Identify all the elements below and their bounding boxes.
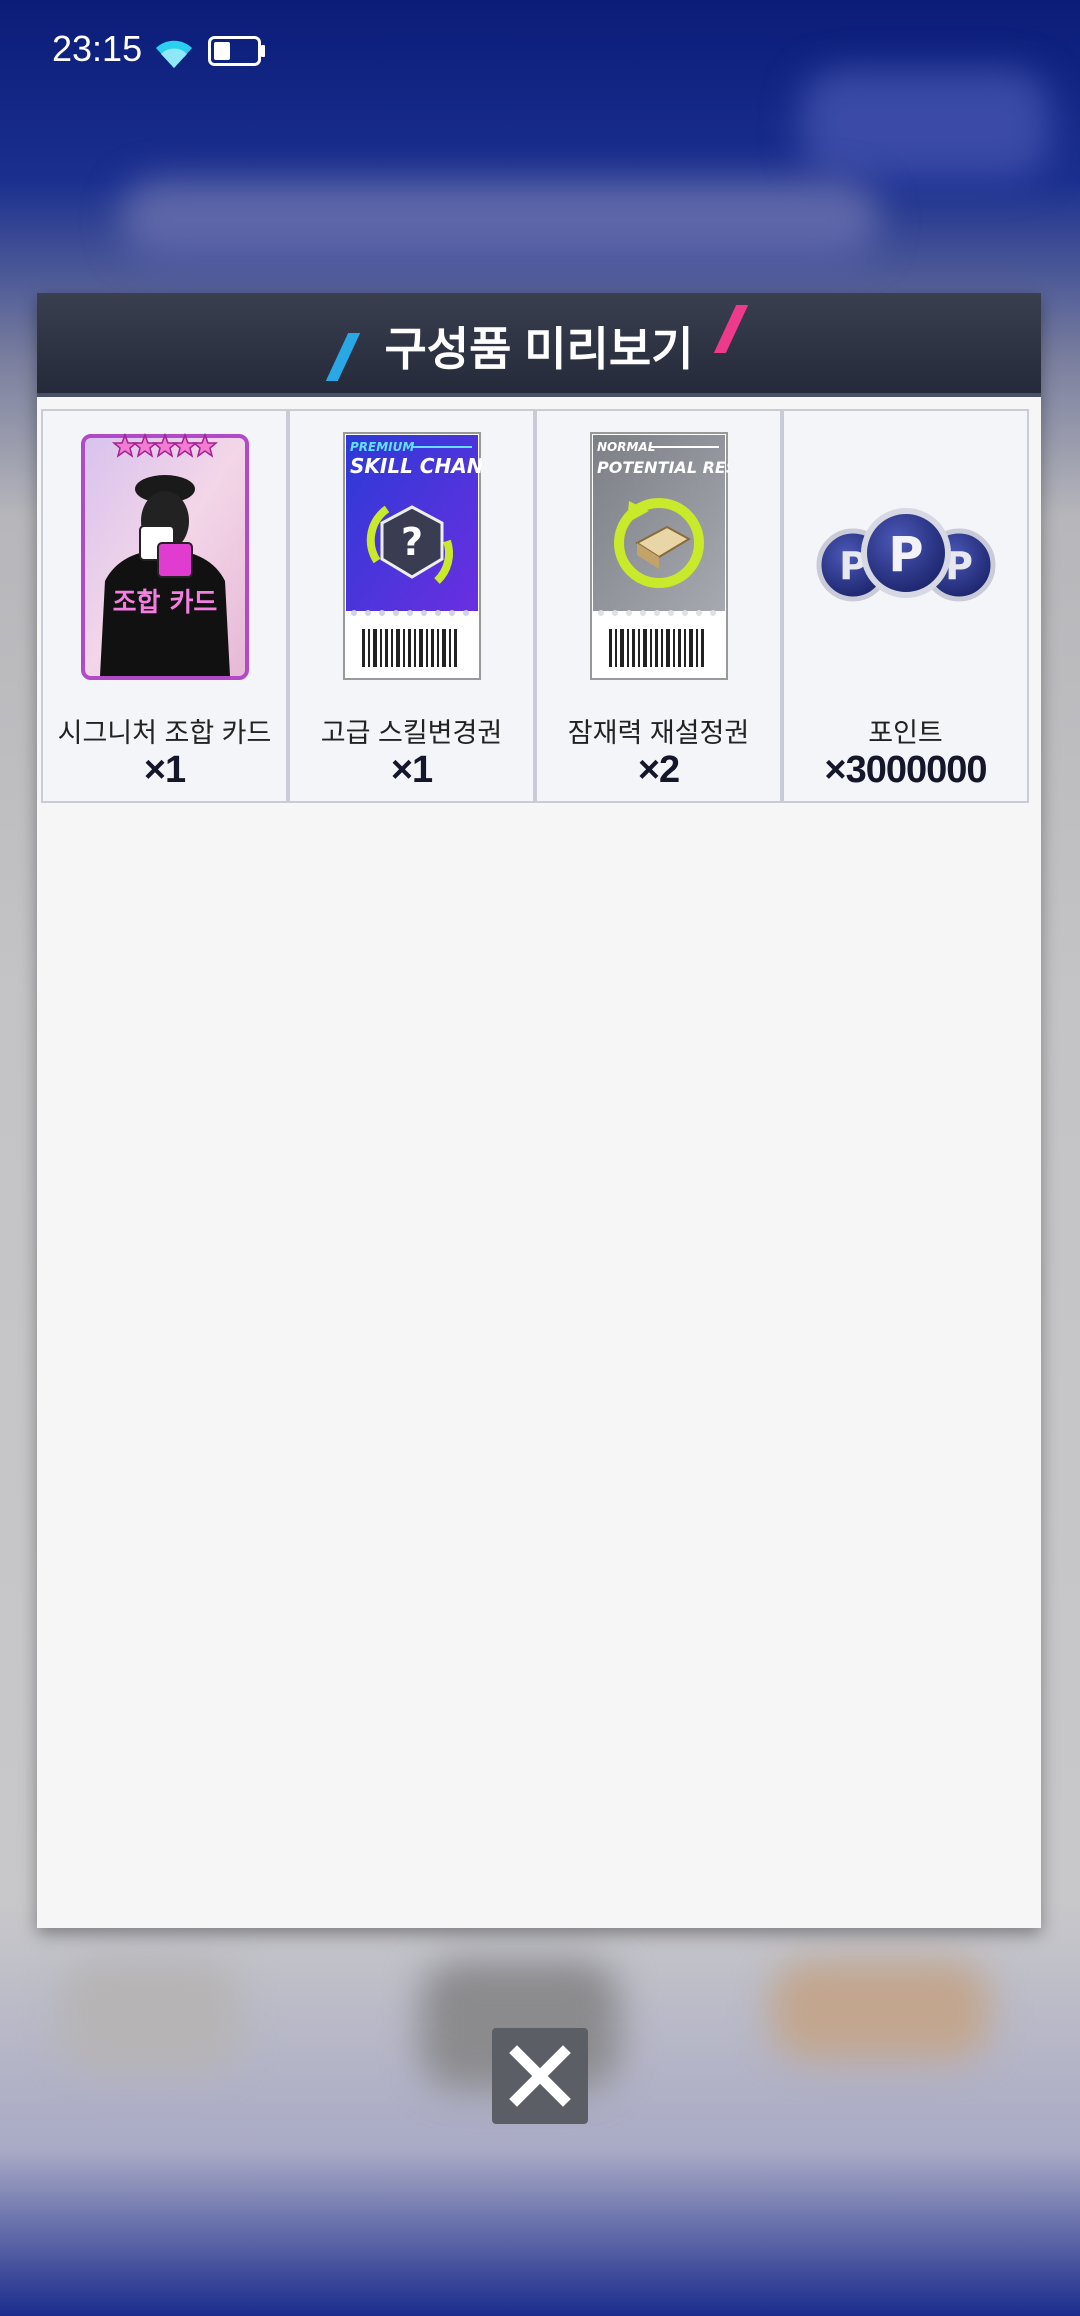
svg-text:?: ?	[400, 520, 422, 564]
status-time: 23:15	[52, 28, 143, 69]
battery-icon	[208, 36, 265, 66]
svg-text:PREMIUM: PREMIUM	[350, 440, 414, 454]
item-quantity: ×1	[143, 749, 186, 791]
svg-text:POTENTIAL RESET: POTENTIAL RESET	[597, 458, 729, 477]
item-quantity: ×2	[637, 749, 680, 791]
item-signature-combo-card[interactable]: 조합 카드 시그니처 조합 카드 ×1	[41, 409, 288, 803]
close-icon	[509, 2045, 571, 2107]
background-blur	[60, 1960, 240, 2070]
normal-potential-reset-ticket-icon: NORMAL POTENTIAL RESET	[589, 432, 729, 680]
item-name: 포인트	[868, 718, 943, 748]
dialog-header: 구성품 미리보기	[37, 293, 1041, 397]
wifi-icon	[156, 40, 192, 68]
points-coins-icon: P P P	[816, 508, 995, 602]
svg-text:P: P	[888, 527, 923, 583]
status-bar: 23:15	[0, 0, 1080, 100]
signature-combo-card-icon: 조합 카드	[80, 432, 249, 680]
item-name: 고급 스킬변경권	[320, 718, 503, 748]
item-quantity: ×1	[390, 749, 433, 791]
item-premium-skill-change[interactable]: PREMIUM SKILL CHANGE ? 고급 스킬변경권 ×1	[288, 409, 535, 803]
item-quantity: ×3000000	[824, 749, 987, 791]
premium-skill-change-ticket-icon: PREMIUM SKILL CHANGE ?	[342, 432, 482, 680]
close-button[interactable]	[492, 2028, 588, 2124]
dialog-title: 구성품 미리보기	[384, 323, 694, 375]
background-blur	[120, 180, 880, 260]
item-potential-reset[interactable]: NORMAL POTENTIAL RESET 잠재력 재설정권 ×2	[535, 409, 782, 803]
svg-text:SKILL CHANGE: SKILL CHANGE	[350, 454, 482, 478]
svg-text:조합 카드: 조합 카드	[112, 588, 217, 618]
item-points[interactable]: P P P 포인트 ×3000000	[782, 409, 1029, 803]
item-name: 시그니처 조합 카드	[57, 718, 272, 748]
background-blur	[770, 1960, 990, 2060]
item-list: 조합 카드 시그니처 조합 카드 ×1 PREMIUM SKILL CHANGE	[41, 409, 1031, 803]
item-name: 잠재력 재설정권	[567, 718, 750, 748]
package-preview-dialog: 구성품 미리보기 조합 카드 시그니처 조합 카드 ×1 PREMIUM SKI…	[37, 293, 1041, 1928]
svg-text:NORMAL: NORMAL	[597, 440, 655, 454]
